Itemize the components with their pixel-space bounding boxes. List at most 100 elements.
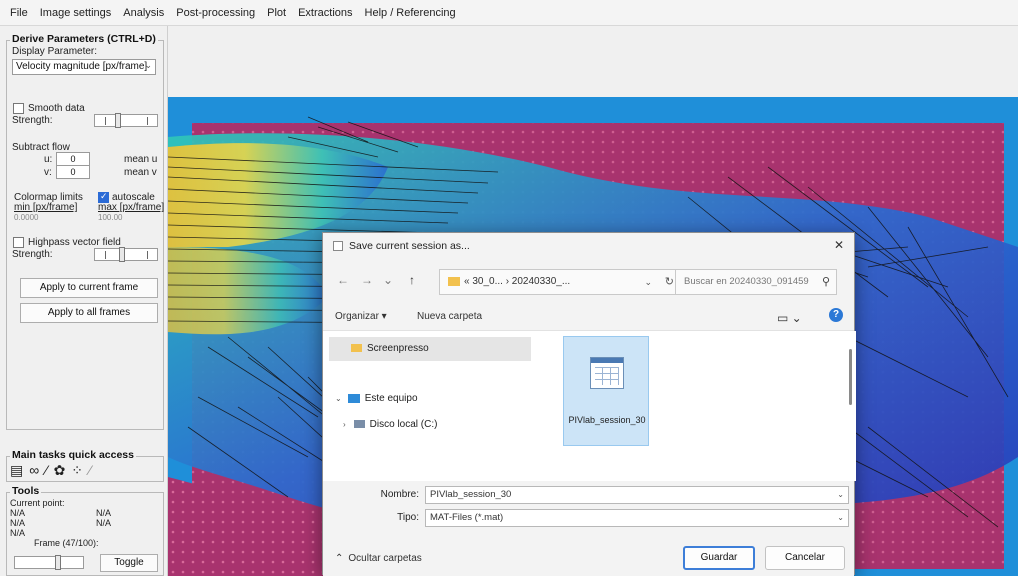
dialog-title-bar: Save current session as... ✕ (323, 233, 854, 259)
file-type-select[interactable]: MAT-Files (*.mat) ⌄ (425, 509, 849, 527)
min-label: min [px/frame] (14, 202, 78, 213)
smooth-strength-label: Strength: (12, 115, 53, 126)
frame-label: Frame (47/100): (34, 538, 99, 548)
nav-item-disco-local[interactable]: › Disco local (C:) (343, 419, 437, 430)
mean-u-button[interactable]: mean u (124, 154, 157, 165)
file-item[interactable]: PIVlab_session_30 (563, 336, 649, 446)
apply-all-frames-button[interactable]: Apply to all frames (20, 303, 158, 323)
file-pane: PIVlab_session_30 (541, 331, 856, 481)
menu-plot[interactable]: Plot (261, 7, 292, 19)
address-bar[interactable]: « 30_0... › 20240330_... ⌄ ↻ (439, 269, 683, 295)
chevron-down-icon[interactable]: ⌄ (837, 510, 844, 526)
save-button[interactable]: Guardar (683, 546, 755, 570)
highpass-strength-label: Strength: (12, 249, 53, 260)
search-input[interactable]: Buscar en 20240330_091459 ⚲ (675, 269, 837, 295)
slider-thumb[interactable] (115, 113, 121, 128)
apply-current-frame-button[interactable]: Apply to current frame (20, 278, 158, 298)
view-options-icon[interactable]: ▭ ⌄ (777, 311, 802, 325)
vertical-scrollbar[interactable] (849, 349, 852, 405)
back-arrow-icon[interactable]: ← (337, 273, 349, 287)
close-icon[interactable]: ✕ (834, 238, 844, 252)
name-label: Nombre: (380, 489, 419, 500)
frame-slider[interactable] (14, 555, 84, 570)
menu-post-processing[interactable]: Post-processing (170, 7, 261, 19)
min-value[interactable]: 0.0000 (14, 213, 38, 222)
max-value[interactable]: 100.00 (98, 213, 122, 222)
max-label: max [px/frame] (98, 202, 165, 213)
slider-thumb[interactable] (119, 247, 125, 262)
refresh-icon[interactable]: ↻ (665, 270, 674, 294)
type-label: Tipo: (397, 512, 419, 523)
search-placeholder: Buscar en 20240330_091459 (684, 276, 809, 287)
u-input[interactable]: 0 (56, 152, 90, 166)
tools-title: Tools (10, 485, 42, 497)
cancel-button[interactable]: Cancelar (765, 546, 845, 570)
dialog-title: Save current session as... (349, 240, 470, 252)
nav-item-screenpresso[interactable]: Screenpresso (351, 343, 429, 354)
folder-icon (448, 276, 460, 286)
chevron-right-icon[interactable]: › (343, 420, 346, 429)
validation-icon[interactable]: ⁘ (71, 462, 83, 479)
help-icon[interactable]: ? (829, 308, 843, 322)
hide-folders-button[interactable]: ⌃ Ocultar carpetas (335, 553, 422, 564)
quick-access-icons: ▤ ∞ ⁄ ✿ ⁘ ⁄ (10, 462, 91, 479)
gear-icon[interactable]: ✿ (54, 462, 66, 479)
display-parameter-select[interactable]: Velocity magnitude [px/frame] ⌄ (12, 59, 156, 75)
dialog-toolbar: Organizar ▾ Nueva carpeta ▭ ⌄ ? (323, 303, 854, 331)
display-parameter-value: Velocity magnitude [px/frame] (16, 61, 148, 72)
current-point-label: Current point: (10, 498, 65, 508)
chevron-down-icon[interactable]: ⌄ (335, 394, 342, 403)
quick-access-title: Main tasks quick access (10, 449, 136, 461)
highpass-checkbox[interactable] (13, 237, 24, 248)
folder-icon (351, 344, 362, 353)
na-value: N/A (10, 528, 26, 538)
app-icon (333, 241, 343, 251)
pencil-icon[interactable]: ⁄ (89, 462, 91, 479)
chevron-down-icon: ⌄ (144, 60, 152, 70)
chevron-down-icon[interactable]: ⌄ (383, 273, 393, 287)
menu-image-settings[interactable]: Image settings (34, 7, 118, 19)
na-value: N/A (96, 508, 112, 518)
menu-file[interactable]: File (4, 7, 34, 19)
highpass-label: Highpass vector field (28, 237, 121, 248)
highpass-strength-slider[interactable] (94, 247, 158, 262)
mask-icon[interactable]: ⁄ (45, 462, 47, 479)
file-name-input[interactable]: PIVlab_session_30 ⌄ (425, 486, 849, 504)
new-folder-button[interactable]: Nueva carpeta (417, 311, 482, 322)
na-value: N/A (10, 518, 26, 528)
nav-item-este-equipo[interactable]: ⌄ Este equipo (335, 393, 418, 404)
toggle-button[interactable]: Toggle (100, 554, 158, 572)
file-name: PIVlab_session_30 (568, 415, 646, 425)
chevron-down-icon[interactable]: ⌄ (837, 487, 844, 503)
address-path: « 30_0... › 20240330_... (464, 276, 571, 287)
menu-help[interactable]: Help / Referencing (359, 7, 462, 19)
load-images-icon[interactable]: ▤ (10, 462, 23, 479)
navigation-row: ← → ⌄ ↑ « 30_0... › 20240330_... ⌄ ↻ Bus… (323, 259, 854, 303)
save-fields: Nombre: PIVlab_session_30 ⌄ Tipo: MAT-Fi… (323, 481, 854, 539)
left-panel: Derive Parameters (CTRL+D) Display Param… (0, 26, 168, 576)
organize-button[interactable]: Organizar ▾ (335, 311, 387, 322)
v-label: v: (44, 167, 52, 178)
slider-thumb[interactable] (55, 555, 61, 570)
up-arrow-icon[interactable]: ↑ (409, 273, 415, 287)
search-icon: ⚲ (821, 276, 830, 288)
menu-bar: File Image settings Analysis Post-proces… (0, 0, 1018, 26)
derive-parameters-group (6, 40, 164, 430)
glasses-icon[interactable]: ∞ (29, 462, 39, 479)
v-input[interactable]: 0 (56, 165, 90, 179)
file-name-value: PIVlab_session_30 (430, 489, 512, 500)
smooth-strength-slider[interactable] (94, 113, 158, 128)
save-session-dialog: Save current session as... ✕ ← → ⌄ ↑ « 3… (322, 232, 856, 576)
na-value: N/A (10, 508, 26, 518)
mean-v-button[interactable]: mean v (124, 167, 157, 178)
menu-analysis[interactable]: Analysis (117, 7, 170, 19)
forward-arrow-icon[interactable]: → (361, 273, 373, 287)
menu-extractions[interactable]: Extractions (292, 7, 358, 19)
smooth-data-checkbox[interactable] (13, 103, 24, 114)
u-label: u: (44, 154, 53, 165)
display-parameter-label: Display Parameter: (12, 46, 98, 57)
smooth-data-label: Smooth data (28, 103, 85, 114)
dialog-footer: ⌃ Ocultar carpetas Guardar Cancelar (323, 539, 854, 576)
chevron-down-icon[interactable]: ⌄ (644, 270, 652, 294)
file-type-value: MAT-Files (*.mat) (430, 512, 504, 523)
